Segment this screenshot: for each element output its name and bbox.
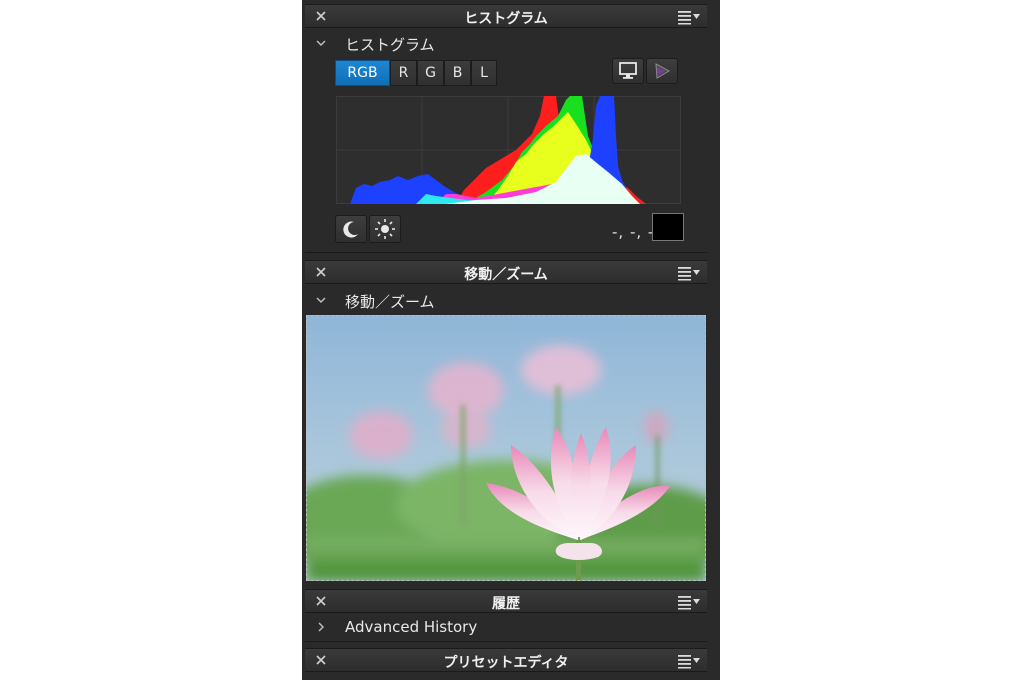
history-panel-header[interactable]: 履歴 bbox=[305, 589, 707, 613]
channel-rgb-button[interactable]: RGB bbox=[335, 60, 390, 86]
shadow-warning-button[interactable] bbox=[335, 215, 367, 243]
navigator-preview-image[interactable] bbox=[306, 315, 706, 581]
navigator-panel-header[interactable]: 移動／ズーム bbox=[305, 260, 707, 284]
highlight-warning-button[interactable] bbox=[369, 215, 401, 243]
pixel-color-swatch bbox=[652, 213, 684, 241]
pixel-value-readout: -, -, - bbox=[612, 223, 655, 241]
histogram-panel-header[interactable]: ヒストグラム bbox=[305, 4, 707, 28]
histogram-graph bbox=[336, 96, 681, 204]
channel-l-button[interactable]: L bbox=[471, 60, 497, 86]
panel-divider bbox=[305, 252, 707, 253]
sun-icon bbox=[375, 219, 395, 239]
chevron-down-icon[interactable] bbox=[315, 37, 327, 49]
panel-divider bbox=[305, 641, 707, 642]
histogram-section-row[interactable]: ヒストグラム bbox=[305, 31, 707, 55]
histogram-panel-title: ヒストグラム bbox=[464, 11, 548, 27]
histogram-section-label: ヒストグラム bbox=[345, 36, 435, 54]
channel-b-button[interactable]: B bbox=[444, 60, 471, 86]
history-section-label: Advanced History bbox=[345, 618, 478, 636]
history-panel-title: 履歴 bbox=[492, 596, 520, 612]
panel-menu-icon[interactable] bbox=[677, 594, 701, 610]
moon-icon bbox=[343, 221, 358, 238]
panel-menu-icon[interactable] bbox=[677, 9, 701, 25]
channel-r-button[interactable]: R bbox=[390, 60, 417, 86]
channel-g-button[interactable]: G bbox=[417, 60, 444, 86]
preset-editor-panel-header[interactable]: プリセットエディタ bbox=[305, 648, 707, 672]
navigator-section-row[interactable]: 移動／ズーム bbox=[305, 288, 707, 312]
monitor-icon bbox=[619, 62, 637, 79]
preset-editor-panel-title: プリセットエディタ bbox=[443, 655, 569, 671]
panel-menu-icon[interactable] bbox=[677, 653, 701, 669]
history-section-row[interactable]: Advanced History bbox=[305, 615, 707, 639]
color-gamut-button[interactable] bbox=[646, 58, 678, 84]
navigator-section-label: 移動／ズーム bbox=[345, 293, 435, 311]
panel-menu-icon[interactable] bbox=[677, 265, 701, 281]
chevron-down-icon[interactable] bbox=[315, 294, 327, 306]
monitor-profile-button[interactable] bbox=[612, 58, 644, 84]
chevron-right-icon[interactable] bbox=[315, 621, 327, 633]
navigator-panel-title: 移動／ズーム bbox=[464, 267, 548, 283]
color-gamut-icon bbox=[655, 63, 671, 79]
